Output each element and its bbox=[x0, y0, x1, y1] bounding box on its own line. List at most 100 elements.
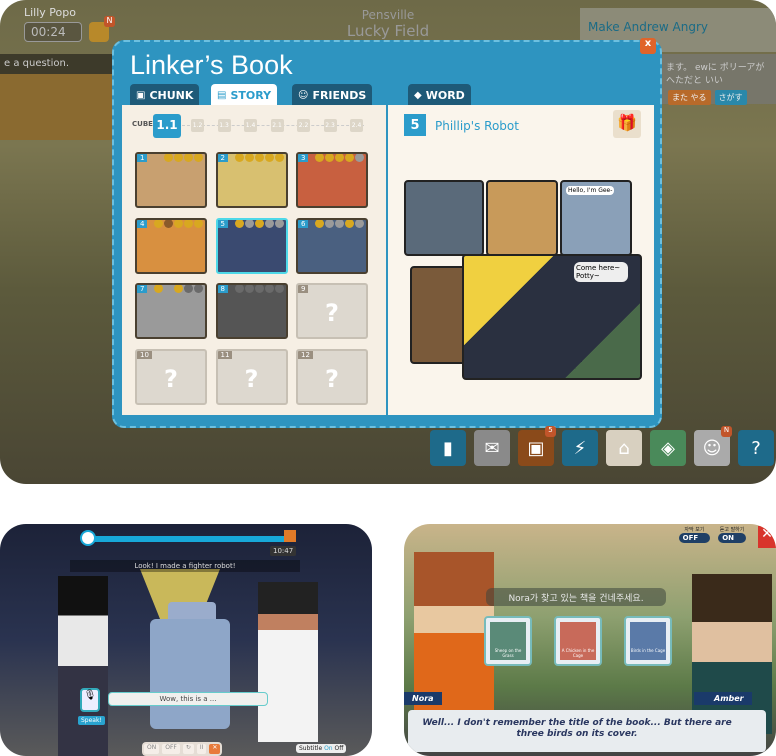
episode-number: 12 bbox=[298, 350, 313, 359]
speaking-practice-screen: 10:47 Look! I made a fighter robot! 🎙 Sp… bbox=[0, 524, 372, 756]
book-option[interactable]: Birds in the Cage bbox=[624, 616, 672, 666]
player-character bbox=[58, 576, 108, 756]
comic-panel bbox=[404, 180, 484, 256]
microphone-icon[interactable]: 🎙 bbox=[80, 688, 100, 712]
episode-number: 5 bbox=[217, 219, 228, 228]
help-button[interactable]: ? bbox=[738, 430, 774, 466]
comic-bubble: Come here~ Potty~ bbox=[574, 262, 628, 282]
episode-card[interactable]: 7 bbox=[135, 283, 207, 339]
medal-icon bbox=[234, 285, 244, 293]
medal-icon bbox=[345, 219, 354, 228]
npc-avatar bbox=[0, 74, 112, 140]
tab-word[interactable]: ◆ WORD bbox=[408, 84, 471, 106]
listen-speak-toggle[interactable]: 듣고 말하기 ON bbox=[718, 526, 746, 543]
medal-icon bbox=[274, 285, 284, 293]
cube-1-4[interactable]: 1.4 bbox=[244, 119, 257, 132]
progress-bar[interactable] bbox=[88, 536, 288, 542]
cat-icon bbox=[284, 530, 296, 542]
cube-2-4[interactable]: 2.4 bbox=[350, 119, 363, 132]
mail-button[interactable]: ✉ bbox=[474, 430, 510, 466]
off-toggle[interactable]: OFF bbox=[162, 744, 180, 754]
linkers-book-screen: Lilly Popo 00:24 ♪N Pensville Lucky Fiel… bbox=[0, 0, 776, 484]
side-prompt: e a question. bbox=[0, 54, 112, 74]
map-button[interactable]: ◈ bbox=[650, 430, 686, 466]
episode-card[interactable]: 4 bbox=[135, 217, 207, 274]
close-button[interactable]: ✕ bbox=[758, 526, 776, 548]
close-button[interactable]: x bbox=[640, 38, 656, 54]
backpack-button[interactable]: ▣ 5 bbox=[518, 426, 556, 466]
subtitle-off[interactable]: Off bbox=[335, 745, 344, 752]
subtitle-on[interactable]: On bbox=[324, 745, 333, 752]
medal-icon bbox=[194, 285, 203, 293]
gift-box-icon[interactable]: 🎁 bbox=[613, 110, 641, 138]
nora-character bbox=[414, 552, 494, 732]
cube-1-3[interactable]: 1.3 bbox=[217, 119, 231, 132]
episode-number: 10 bbox=[137, 350, 152, 359]
search-button[interactable]: さがす bbox=[714, 90, 747, 105]
episode-card[interactable]: 1 bbox=[135, 152, 207, 208]
tab-chunk[interactable]: ▣ CHUNK bbox=[130, 84, 200, 106]
medal-icon bbox=[154, 219, 163, 228]
episode-number: 8 bbox=[217, 285, 228, 293]
medal-icon bbox=[194, 219, 203, 228]
medal-icon bbox=[234, 219, 244, 228]
speech-bubble: Wow, this is a ... bbox=[108, 692, 268, 706]
subtitle-toggle[interactable]: Subtitle On Off bbox=[296, 744, 347, 753]
lightning-button[interactable]: ⚡ bbox=[562, 430, 598, 466]
medal-icon bbox=[244, 285, 254, 293]
medal-icon bbox=[264, 219, 274, 228]
episode-card[interactable]: 5 bbox=[215, 217, 288, 274]
episode-card[interactable]: 6 bbox=[296, 217, 368, 274]
question-mark-icon: ? bbox=[164, 364, 178, 393]
episode-number: 9 bbox=[298, 285, 309, 293]
medal-icon bbox=[325, 219, 334, 228]
pause-icon[interactable]: II bbox=[196, 744, 207, 754]
episode-card[interactable]: 8 bbox=[215, 283, 288, 339]
toggle-value: OFF bbox=[678, 533, 711, 543]
tab-story[interactable]: ▤ STORY bbox=[211, 84, 278, 106]
episode-card[interactable]: 3 bbox=[296, 152, 368, 208]
episode-number: 2 bbox=[217, 154, 228, 162]
notebook-button[interactable]: ▮ bbox=[430, 430, 466, 466]
medal-icon bbox=[234, 154, 244, 162]
notebook-icon: ▮ bbox=[443, 437, 453, 459]
avatar-button[interactable]: ☺ N bbox=[694, 426, 732, 466]
subtitle-toggle[interactable]: 자막 보기 OFF bbox=[678, 526, 711, 543]
retry-button[interactable]: また やる bbox=[668, 90, 711, 105]
book-quest-screen: 자막 보기 OFF 듣고 말하기 ON ✕ Nora가 찾고 있는 책을 건네주세요… bbox=[404, 524, 776, 756]
cube-1-1[interactable]: 1.1 bbox=[153, 114, 181, 138]
medal-icon bbox=[335, 154, 344, 162]
toggle-value: ON bbox=[718, 533, 746, 543]
medal-icon bbox=[274, 154, 284, 162]
comic-bubble: Hello, I'm Gee- bbox=[566, 186, 615, 195]
avatar-icon: ☺ bbox=[702, 437, 722, 459]
close-icon[interactable]: ✕ bbox=[209, 744, 221, 754]
house-button[interactable]: ⌂ bbox=[606, 430, 642, 466]
toggle-label: 자막 보기 bbox=[684, 527, 705, 533]
playback-controls: ON OFF ↻ II ✕ bbox=[142, 742, 222, 756]
cube-2-1[interactable]: 2.1 bbox=[270, 119, 284, 132]
question-mark-icon: ? bbox=[325, 299, 339, 327]
episode-card: 10? bbox=[135, 348, 207, 405]
cube-1-2[interactable]: 1.2 bbox=[191, 119, 204, 132]
episode-number: 11 bbox=[217, 350, 233, 359]
robot bbox=[150, 619, 230, 729]
medal-icon bbox=[355, 219, 364, 228]
progress-knob[interactable] bbox=[80, 530, 96, 546]
question-mark-icon: ? bbox=[325, 364, 339, 393]
speak-button[interactable]: Speak! bbox=[78, 716, 105, 725]
cube-2-3[interactable]: 2.3 bbox=[323, 119, 337, 132]
cube-2-2[interactable]: 2.2 bbox=[297, 119, 310, 132]
replay-icon[interactable]: ↻ bbox=[182, 744, 194, 754]
badge: 5 bbox=[545, 426, 556, 437]
medal-icon bbox=[355, 154, 364, 162]
medal-icon bbox=[154, 285, 163, 293]
medal-icon bbox=[164, 219, 173, 228]
lightning-icon: ⚡ bbox=[573, 437, 587, 459]
episode-card[interactable]: 2 bbox=[215, 152, 288, 208]
on-toggle[interactable]: ON bbox=[144, 744, 160, 754]
book-option[interactable]: Sheep on the Grass bbox=[484, 616, 532, 666]
tab-friends[interactable]: ☺ FRIENDS bbox=[292, 84, 373, 106]
book-option[interactable]: A Chicken in the Cage bbox=[554, 616, 602, 666]
medal-icon bbox=[254, 219, 264, 228]
